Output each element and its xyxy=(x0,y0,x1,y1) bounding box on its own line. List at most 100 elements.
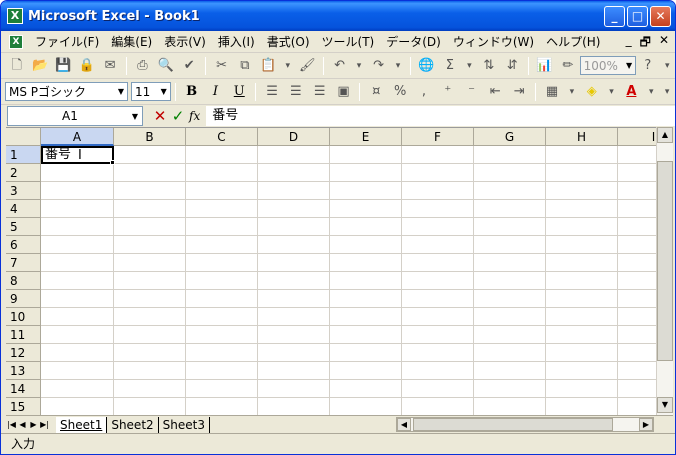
scroll-down-icon[interactable]: ▼ xyxy=(657,397,673,413)
align-center-icon[interactable]: ☰ xyxy=(285,81,307,103)
redo-icon[interactable]: ↷ xyxy=(368,55,389,77)
worksheet-grid[interactable]: A B C D E F G H I 1 2 3 4 5 6 7 8 9 10 1… xyxy=(6,127,656,415)
row-header[interactable]: 6 xyxy=(6,236,41,254)
row-header[interactable]: 12 xyxy=(6,344,41,362)
underline-button[interactable]: U xyxy=(228,81,250,103)
scroll-up-icon[interactable]: ▲ xyxy=(657,127,673,143)
menu-format[interactable]: 書式(O) xyxy=(261,32,316,52)
sheet-tab-sheet2[interactable]: Sheet2 xyxy=(107,416,159,433)
horizontal-scroll-thumb[interactable] xyxy=(413,418,613,431)
scroll-left-icon[interactable]: ◀ xyxy=(397,418,411,431)
formula-input[interactable]: 番号 xyxy=(206,106,675,126)
print-preview-icon[interactable]: 🔍 xyxy=(155,55,176,77)
undo-icon[interactable]: ↶ xyxy=(329,55,350,77)
name-box[interactable]: A1 ▼ xyxy=(7,106,143,126)
doc-minimize-button[interactable]: _ xyxy=(626,33,632,54)
column-header[interactable]: B xyxy=(114,128,186,146)
copy-icon[interactable]: ⧉ xyxy=(234,55,255,77)
menu-help[interactable]: ヘルプ(H) xyxy=(540,32,606,52)
sort-descending-icon[interactable]: ⇵ xyxy=(501,55,522,77)
column-header[interactable]: H xyxy=(546,128,618,146)
increase-indent-icon[interactable]: ⇥ xyxy=(508,81,530,103)
permission-icon[interactable]: 🔒 xyxy=(76,55,97,77)
redo-dropdown-icon[interactable]: ▾ xyxy=(391,55,405,77)
insert-function-icon[interactable]: fx xyxy=(189,109,200,123)
currency-style-icon[interactable]: ¤ xyxy=(365,81,387,103)
prev-sheet-icon[interactable]: ◀ xyxy=(17,420,28,429)
vertical-scroll-thumb[interactable] xyxy=(657,161,673,361)
borders-icon[interactable]: ▦ xyxy=(541,81,563,103)
font-color-dropdown-icon[interactable]: ▾ xyxy=(644,81,658,103)
select-all-corner[interactable] xyxy=(6,128,41,146)
row-header[interactable]: 15 xyxy=(6,398,41,415)
paste-icon[interactable]: 📋 xyxy=(258,55,279,77)
menu-insert[interactable]: 挿入(I) xyxy=(212,32,261,52)
column-header[interactable]: A xyxy=(41,128,114,146)
sheet-tab-sheet3[interactable]: Sheet3 xyxy=(159,416,210,433)
percent-style-button[interactable]: % xyxy=(389,81,411,103)
toolbar-options-icon[interactable]: ▾ xyxy=(660,81,674,103)
zoom-combo[interactable]: 100% ▼ xyxy=(579,56,637,75)
row-header[interactable]: 3 xyxy=(6,182,41,200)
row-header[interactable]: 7 xyxy=(6,254,41,272)
font-name-combo[interactable]: MS Pゴシック ▼ xyxy=(5,82,128,101)
align-right-icon[interactable]: ☰ xyxy=(309,81,331,103)
doc-close-button[interactable]: ✕ xyxy=(659,33,669,54)
column-header[interactable]: D xyxy=(258,128,330,146)
horizontal-scrollbar[interactable]: ◀ ▶ xyxy=(396,417,654,432)
menu-view[interactable]: 表示(V) xyxy=(158,32,212,52)
decrease-indent-icon[interactable]: ⇤ xyxy=(484,81,506,103)
print-icon[interactable]: ⎙ xyxy=(132,55,153,77)
row-header[interactable]: 10 xyxy=(6,308,41,326)
mail-icon[interactable]: ✉ xyxy=(99,55,120,77)
row-header[interactable]: 5 xyxy=(6,218,41,236)
column-header[interactable]: I xyxy=(618,128,656,146)
menu-data[interactable]: データ(D) xyxy=(380,32,447,52)
first-sheet-icon[interactable]: |◀ xyxy=(6,420,17,429)
row-header[interactable]: 1 xyxy=(6,146,41,164)
column-header[interactable]: C xyxy=(186,128,258,146)
decrease-decimal-icon[interactable]: ⁻ xyxy=(461,81,483,103)
row-header[interactable]: 11 xyxy=(6,326,41,344)
help-icon[interactable]: ? xyxy=(637,55,658,77)
cut-icon[interactable]: ✂ xyxy=(211,55,232,77)
enter-icon[interactable]: ✓ xyxy=(169,107,187,125)
menu-file[interactable]: ファイル(F) xyxy=(29,32,105,52)
column-header[interactable]: E xyxy=(330,128,402,146)
vertical-scrollbar[interactable]: ▲ ▼ xyxy=(656,127,673,415)
cancel-icon[interactable]: ✕ xyxy=(151,107,169,125)
autosum-dropdown-icon[interactable]: ▾ xyxy=(463,55,477,77)
scroll-right-icon[interactable]: ▶ xyxy=(639,418,653,431)
fill-color-icon[interactable]: ◈ xyxy=(581,81,603,103)
chevron-down-icon[interactable]: ▼ xyxy=(132,112,138,121)
undo-dropdown-icon[interactable]: ▾ xyxy=(352,55,366,77)
title-bar[interactable]: X Microsoft Excel - Book1 _ □ ✕ xyxy=(1,1,675,31)
row-header[interactable]: 13 xyxy=(6,362,41,380)
column-header[interactable]: F xyxy=(402,128,474,146)
increase-decimal-icon[interactable]: ⁺ xyxy=(437,81,459,103)
borders-dropdown-icon[interactable]: ▾ xyxy=(565,81,579,103)
format-painter-icon[interactable]: 🖌 xyxy=(297,55,318,77)
menu-tools[interactable]: ツール(T) xyxy=(316,32,381,52)
column-header[interactable]: G xyxy=(474,128,546,146)
document-icon[interactable]: X xyxy=(9,34,23,49)
doc-restore-button[interactable]: 🗗 xyxy=(640,33,651,54)
italic-button[interactable]: I xyxy=(205,81,227,103)
row-header[interactable]: 4 xyxy=(6,200,41,218)
row-header[interactable]: 2 xyxy=(6,164,41,182)
sort-ascending-icon[interactable]: ⇅ xyxy=(478,55,499,77)
hyperlink-icon[interactable]: 🌐 xyxy=(416,55,437,77)
sheet-tab-sheet1[interactable]: Sheet1 xyxy=(56,416,108,433)
next-sheet-icon[interactable]: ▶ xyxy=(28,420,39,429)
minimize-button[interactable]: _ xyxy=(604,6,625,27)
menu-window[interactable]: ウィンドウ(W) xyxy=(447,32,540,52)
fill-handle[interactable] xyxy=(110,160,115,165)
open-icon[interactable]: 📂 xyxy=(29,55,50,77)
row-header[interactable]: 9 xyxy=(6,290,41,308)
bold-button[interactable]: B xyxy=(181,81,203,103)
new-icon[interactable]: 🗋 xyxy=(6,55,27,77)
autosum-icon[interactable]: Σ xyxy=(439,55,460,77)
fill-color-dropdown-icon[interactable]: ▾ xyxy=(605,81,619,103)
comma-style-button[interactable]: , xyxy=(413,81,435,103)
toolbar-options-icon[interactable]: ▾ xyxy=(660,55,674,77)
